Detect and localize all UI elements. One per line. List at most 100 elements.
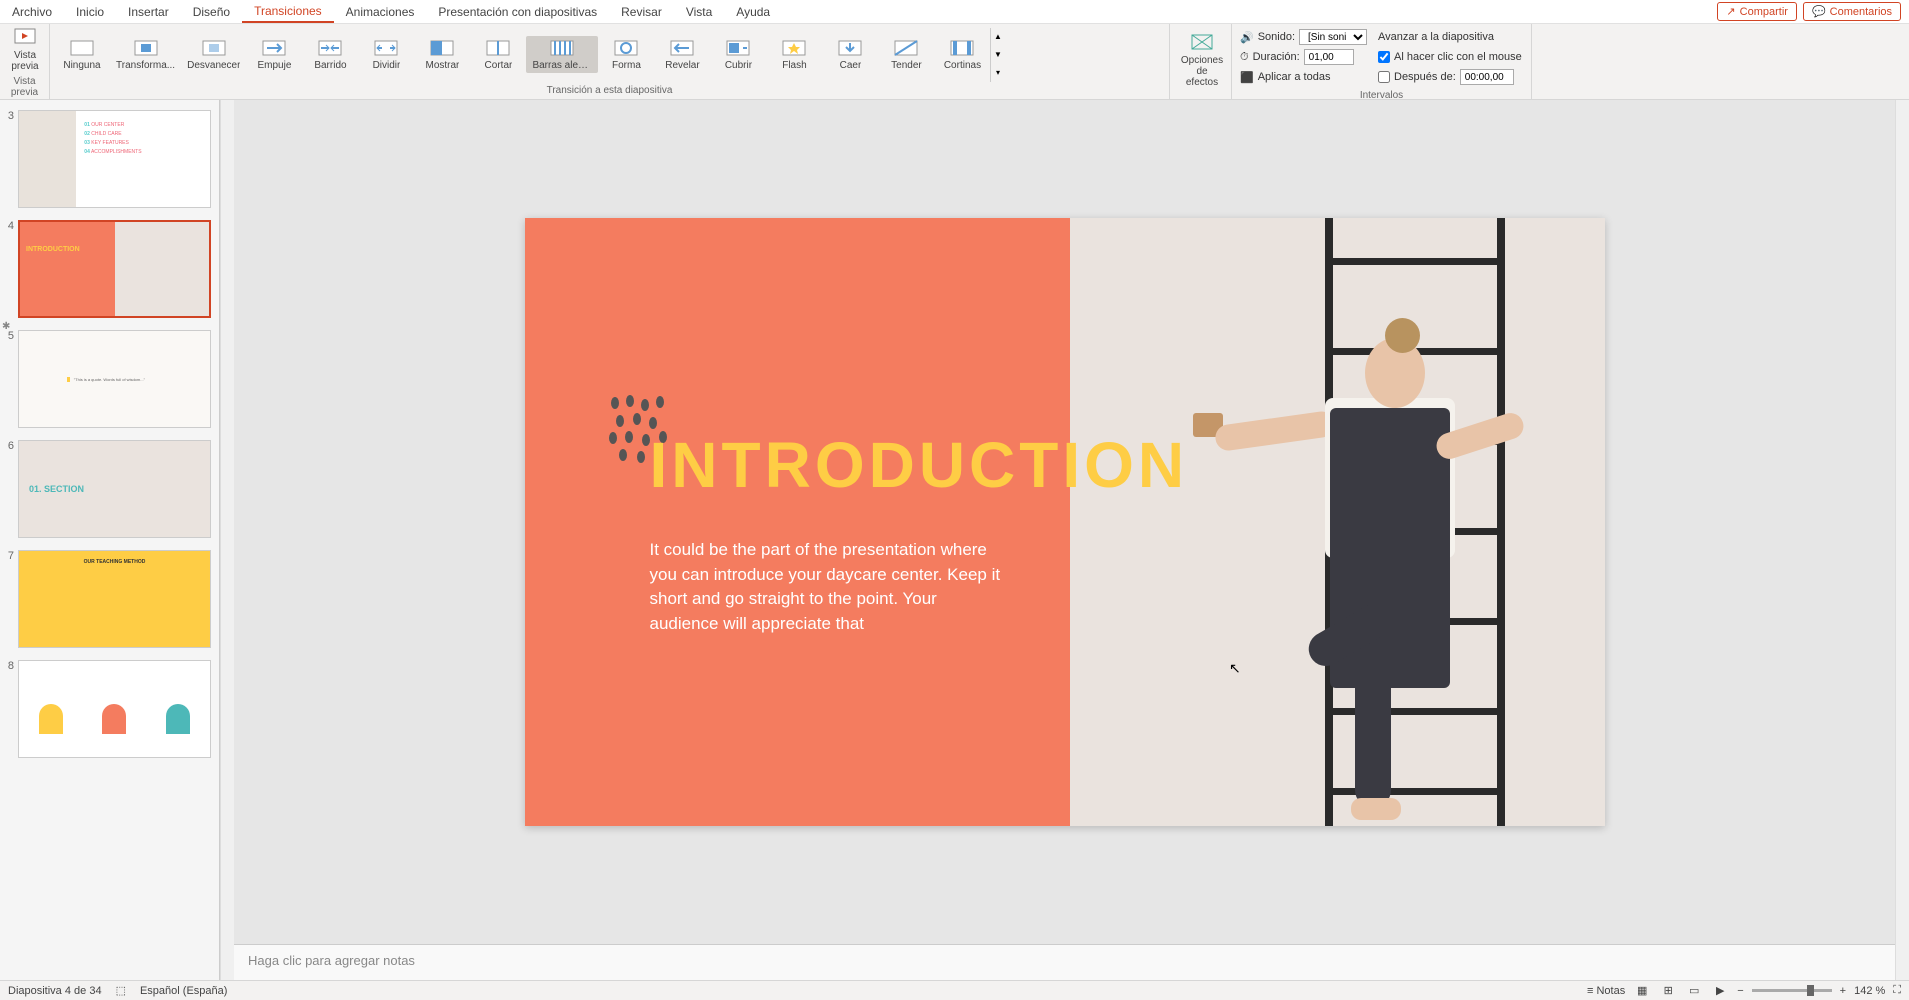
duration-icon: ⏱ — [1240, 51, 1249, 64]
transition-empuje[interactable]: Empuje — [246, 36, 302, 73]
view-normal-icon[interactable]: ▦ — [1633, 984, 1651, 998]
share-button[interactable]: ↗Compartir — [1717, 2, 1797, 21]
notes-pane[interactable]: Haga clic para agregar notas — [234, 944, 1895, 980]
fit-to-window-icon[interactable]: ⛶ — [1893, 984, 1901, 997]
menu-ayuda[interactable]: Ayuda — [724, 0, 782, 23]
transition-mostrar[interactable]: Mostrar — [414, 36, 470, 73]
statusbar: Diapositiva 4 de 34 ⬚ Español (España) ≡… — [0, 980, 1909, 1000]
on-click-checkbox[interactable] — [1378, 51, 1390, 63]
transition-label: Dividir — [373, 60, 401, 71]
thumbnail-5[interactable]: "This is a quote. Words full of wisdom..… — [18, 330, 211, 428]
transition-icon — [724, 38, 752, 58]
transition-cortinas[interactable]: Cortinas — [934, 36, 990, 73]
zoom-out[interactable]: − — [1737, 985, 1743, 997]
preview-button[interactable]: Vista previa — [4, 26, 46, 74]
transition-forma[interactable]: Forma — [598, 36, 654, 73]
language-indicator[interactable]: Español (España) — [140, 985, 227, 997]
preview-icon — [11, 28, 39, 48]
menu-revisar[interactable]: Revisar — [609, 0, 674, 23]
advance-label: Avanzar a la diapositiva — [1378, 28, 1523, 46]
comment-icon: 💬 — [1812, 5, 1826, 18]
transition-icon — [548, 38, 576, 58]
view-reading-icon[interactable]: ▭ — [1685, 984, 1703, 998]
menu-vista[interactable]: Vista — [674, 0, 724, 23]
transition-flash[interactable]: Flash — [766, 36, 822, 73]
gallery-up-icon[interactable]: ▲ — [991, 32, 1004, 41]
transition-label: Empuje — [258, 60, 292, 71]
after-input[interactable] — [1460, 69, 1514, 85]
zoom-level[interactable]: 142 % — [1854, 985, 1885, 997]
transition-tender[interactable]: Tender — [878, 36, 934, 73]
transition-desvanecer[interactable]: Desvanecer — [181, 36, 246, 73]
thumbnail-3[interactable]: 01 OUR CENTER02 CHILD CARE03 KEY FEATURE… — [18, 110, 211, 208]
menu-diseno[interactable]: Diseño — [181, 0, 242, 23]
sound-select[interactable]: [Sin sonido] — [1299, 29, 1367, 45]
transition-label: Caer — [840, 60, 862, 71]
gallery-down-icon[interactable]: ▼ — [991, 50, 1004, 59]
thumbnail-8[interactable] — [18, 660, 211, 758]
transition-label: Desvanecer — [187, 60, 240, 71]
thumb-num: 8 — [4, 660, 18, 758]
share-icon: ↗ — [1726, 5, 1735, 18]
transition-icon — [836, 38, 864, 58]
view-slideshow-icon[interactable]: ▶ — [1711, 984, 1729, 998]
menu-insertar[interactable]: Insertar — [116, 0, 181, 23]
transition-icon — [668, 38, 696, 58]
duration-input[interactable] — [1304, 49, 1354, 65]
transition-icon — [780, 38, 808, 58]
slide-body-text[interactable]: It could be the part of the presentation… — [650, 538, 1010, 637]
girl-illustration — [1255, 318, 1515, 818]
menu-animaciones[interactable]: Animaciones — [334, 0, 427, 23]
thumbs-scrollbar[interactable] — [220, 100, 234, 980]
transition-barrido[interactable]: Barrido — [302, 36, 358, 73]
slide-canvas[interactable]: INTRODUCTION It could be the part of the… — [234, 100, 1895, 944]
slide-title[interactable]: INTRODUCTION — [650, 428, 1189, 502]
sound-label: Sonido: — [1258, 31, 1295, 43]
zoom-in[interactable]: + — [1840, 985, 1846, 997]
after-checkbox[interactable] — [1378, 71, 1390, 83]
transition-cortar[interactable]: Cortar — [470, 36, 526, 73]
gallery-more-icon[interactable]: ▾ — [991, 68, 1004, 77]
transition-transforma[interactable]: Transforma... — [110, 36, 181, 73]
view-sorter-icon[interactable]: ⊞ — [1659, 984, 1677, 998]
after-label: Después de: — [1394, 71, 1456, 83]
duration-label: Duración: — [1253, 51, 1300, 63]
apply-icon: ⬛ — [1240, 71, 1254, 84]
transition-revelar[interactable]: Revelar — [654, 36, 710, 73]
canvas-scrollbar[interactable] — [1895, 100, 1909, 980]
menu-archivo[interactable]: Archivo — [0, 0, 64, 23]
main-area: 3 01 OUR CENTER02 CHILD CARE03 KEY FEATU… — [0, 100, 1909, 980]
transition-label: Tender — [891, 60, 922, 71]
transition-cubrir[interactable]: Cubrir — [710, 36, 766, 73]
thumb-num: 7 — [4, 550, 18, 648]
transition-icon — [428, 38, 456, 58]
menu-transiciones[interactable]: Transiciones — [242, 0, 334, 23]
transition-caer[interactable]: Caer — [822, 36, 878, 73]
transition-icon — [200, 38, 228, 58]
accessibility-icon[interactable]: ⬚ — [116, 984, 126, 997]
thumbnail-6[interactable]: 01. SECTION — [18, 440, 211, 538]
transition-dividir[interactable]: Dividir — [358, 36, 414, 73]
transition-icon — [948, 38, 976, 58]
transition-barrasaleat[interactable]: Barras aleat... — [526, 36, 598, 73]
effect-options-icon — [1188, 33, 1216, 53]
thumbnail-4[interactable]: INTRODUCTION — [18, 220, 211, 318]
thumbnail-7[interactable]: OUR TEACHING METHOD — [18, 550, 211, 648]
slide[interactable]: INTRODUCTION It could be the part of the… — [525, 218, 1605, 826]
effect-options-button[interactable]: Opciones de efectos — [1174, 31, 1230, 90]
transition-label: Forma — [612, 60, 641, 71]
transition-icon — [612, 38, 640, 58]
on-click-label: Al hacer clic con el mouse — [1394, 51, 1522, 63]
group-preview-title: Vista previa — [0, 74, 49, 101]
comments-button[interactable]: 💬Comentarios — [1803, 2, 1901, 21]
transition-ninguna[interactable]: Ninguna — [54, 36, 110, 73]
group-transitions-title: Transición a esta diapositiva — [50, 83, 1169, 99]
menu-inicio[interactable]: Inicio — [64, 0, 116, 23]
menu-presentacion[interactable]: Presentación con diapositivas — [426, 0, 609, 23]
thumb-num: 3 — [4, 110, 18, 208]
notes-toggle[interactable]: ≡ Notas — [1587, 985, 1625, 997]
zoom-slider[interactable] — [1752, 989, 1832, 992]
menubar: Archivo Inicio Insertar Diseño Transicio… — [0, 0, 1909, 24]
slide-thumbnails[interactable]: 3 01 OUR CENTER02 CHILD CARE03 KEY FEATU… — [0, 100, 220, 980]
apply-all-button[interactable]: ⬛Aplicar a todas — [1240, 68, 1370, 86]
